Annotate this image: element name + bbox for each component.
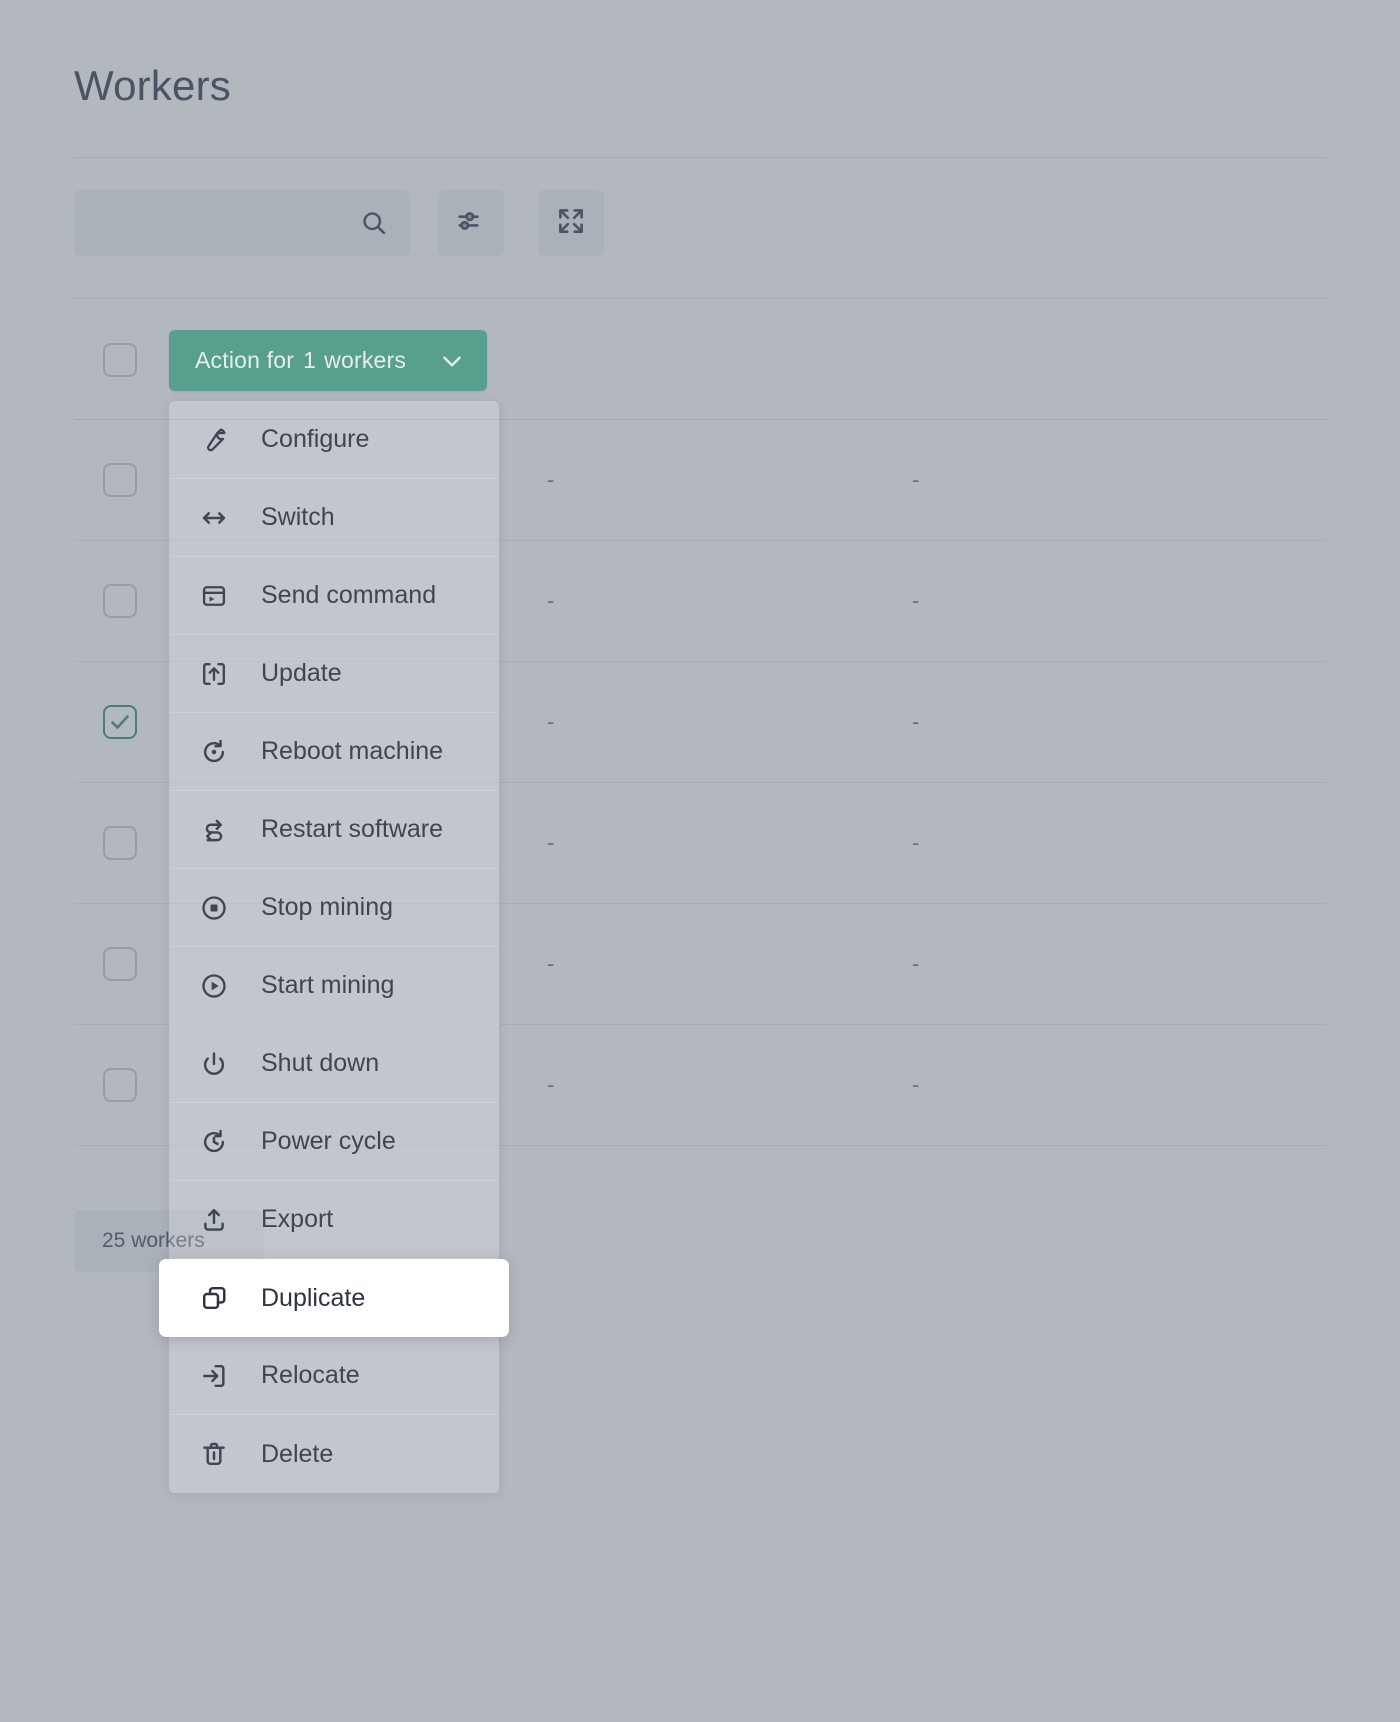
reboot-icon: [199, 737, 229, 767]
menu-item-configure[interactable]: Configure: [169, 401, 499, 479]
menu-item-export[interactable]: Export: [169, 1181, 499, 1259]
chevron-down-icon: [439, 348, 465, 374]
menu-item-label: Power cycle: [261, 1127, 396, 1155]
terminal-icon: [199, 581, 229, 611]
export-icon: [199, 1205, 229, 1235]
trash-icon: [199, 1439, 229, 1469]
upload-bracket-icon: [199, 659, 229, 689]
menu-item-label: Stop mining: [261, 893, 394, 921]
screen-root: Workers - - - - - - - - - - - - 25 worke…: [0, 0, 1400, 1722]
menu-item-label: Shut down: [261, 1049, 380, 1077]
login-arrow-icon: [199, 1361, 229, 1391]
arrows-horizontal-icon: [199, 503, 229, 533]
menu-item-label: Update: [261, 659, 342, 687]
menu-item-label: Export: [261, 1205, 334, 1233]
menu-item-label: Relocate: [261, 1361, 360, 1389]
action-menu-list: Configure Switch Send command Update Reb…: [159, 401, 509, 1493]
menu-item-send-command[interactable]: Send command: [169, 557, 499, 635]
action-button-prefix: Action for: [195, 347, 295, 373]
menu-item-label: Duplicate: [261, 1283, 366, 1312]
menu-item-label: Restart software: [261, 815, 444, 843]
menu-item-label: Delete: [261, 1439, 334, 1468]
wrench-icon: [199, 425, 229, 455]
menu-item-relocate[interactable]: Relocate: [169, 1337, 499, 1415]
menu-item-update[interactable]: Update: [169, 635, 499, 713]
action-button-suffix: workers: [324, 347, 407, 373]
play-circle-icon: [199, 971, 229, 1001]
menu-item-restart-software[interactable]: Restart software: [169, 791, 499, 869]
copy-icon: [199, 1283, 229, 1313]
menu-item-label: Switch: [261, 503, 335, 531]
power-cycle-icon: [199, 1127, 229, 1157]
menu-item-stop-mining[interactable]: Stop mining: [169, 869, 499, 947]
action-for-workers-button[interactable]: Action for 1 workers: [169, 330, 487, 391]
power-icon: [199, 1049, 229, 1079]
menu-item-shut-down[interactable]: Shut down: [169, 1025, 499, 1103]
menu-item-duplicate[interactable]: Duplicate: [159, 1259, 509, 1337]
menu-item-label: Start mining: [261, 971, 395, 999]
menu-item-reboot-machine[interactable]: Reboot machine: [169, 713, 499, 791]
menu-item-power-cycle[interactable]: Power cycle: [169, 1103, 499, 1181]
action-dropdown: Action for 1 workers Configure Switch Se…: [159, 330, 509, 1493]
menu-item-label: Send command: [261, 581, 437, 609]
menu-item-label: Reboot machine: [261, 737, 444, 765]
menu-item-delete[interactable]: Delete: [169, 1415, 499, 1493]
menu-item-switch[interactable]: Switch: [169, 479, 499, 557]
stop-circle-icon: [199, 893, 229, 923]
refresh-icon: [199, 815, 229, 845]
menu-item-duplicate-slot: Duplicate: [159, 1259, 509, 1337]
menu-item-start-mining[interactable]: Start mining: [169, 947, 499, 1025]
menu-item-label: Configure: [261, 425, 370, 453]
action-button-count: 1: [303, 347, 317, 373]
